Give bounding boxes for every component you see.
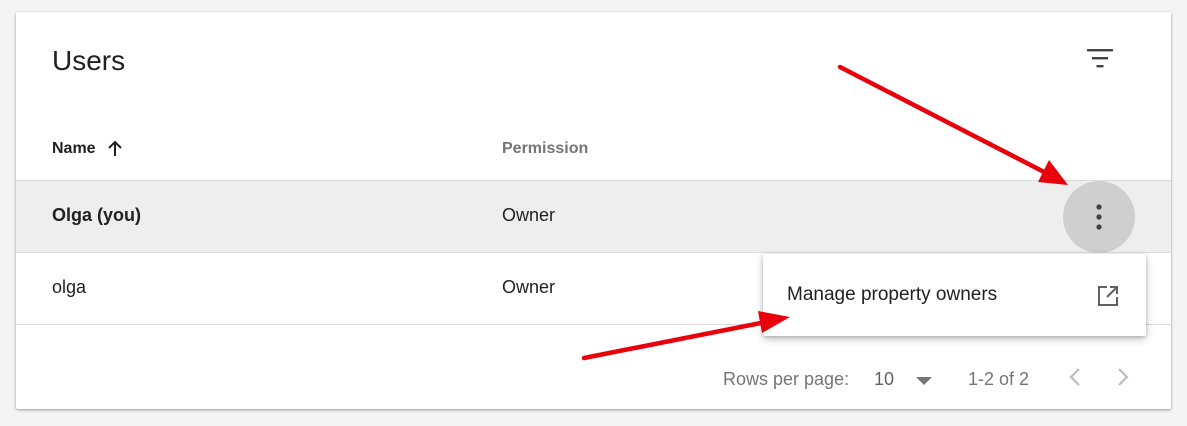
manage-property-owners-menu-item[interactable]: Manage property owners: [763, 254, 1146, 336]
table-header-row: Name Permission: [16, 130, 1171, 181]
users-card: Users Name Permission Olga (you) Owner o…: [16, 12, 1171, 409]
table-row[interactable]: Olga (you) Owner: [16, 181, 1171, 253]
open-in-new-icon: [1098, 286, 1118, 306]
chevron-left-icon: [1069, 368, 1080, 386]
menu-item-label: Manage property owners: [787, 284, 998, 305]
card-title: Users: [52, 45, 126, 76]
chevron-right-icon: [1118, 368, 1129, 386]
filter-button[interactable]: [1078, 36, 1122, 80]
rows-per-page-select[interactable]: 10: [874, 369, 934, 390]
cell-permission: Owner: [502, 277, 556, 297]
column-header-name[interactable]: Name: [52, 140, 124, 158]
cell-name: olga: [52, 277, 87, 297]
column-header-permission[interactable]: Permission: [502, 140, 588, 158]
column-header-name-label: Name: [52, 140, 96, 157]
next-page-button[interactable]: [1107, 361, 1139, 393]
rows-per-page-value: 10: [874, 369, 895, 389]
cell-name: Olga (you): [52, 205, 141, 225]
more-options-button[interactable]: [1063, 181, 1135, 253]
pagination-footer: Rows per page: 10 1-2 of 2: [16, 357, 1171, 397]
pagination-range: 1-2 of 2: [968, 369, 1030, 389]
rows-per-page-label: Rows per page:: [723, 369, 850, 389]
dropdown-arrow-icon: [916, 376, 932, 385]
arrow-up-icon: [107, 140, 122, 156]
row-options-menu: Manage property owners: [763, 254, 1146, 336]
previous-page-button[interactable]: [1059, 361, 1091, 393]
filter-list-icon: [1087, 49, 1113, 68]
cell-permission: Owner: [502, 205, 556, 225]
more-vert-icon: [1096, 204, 1102, 230]
